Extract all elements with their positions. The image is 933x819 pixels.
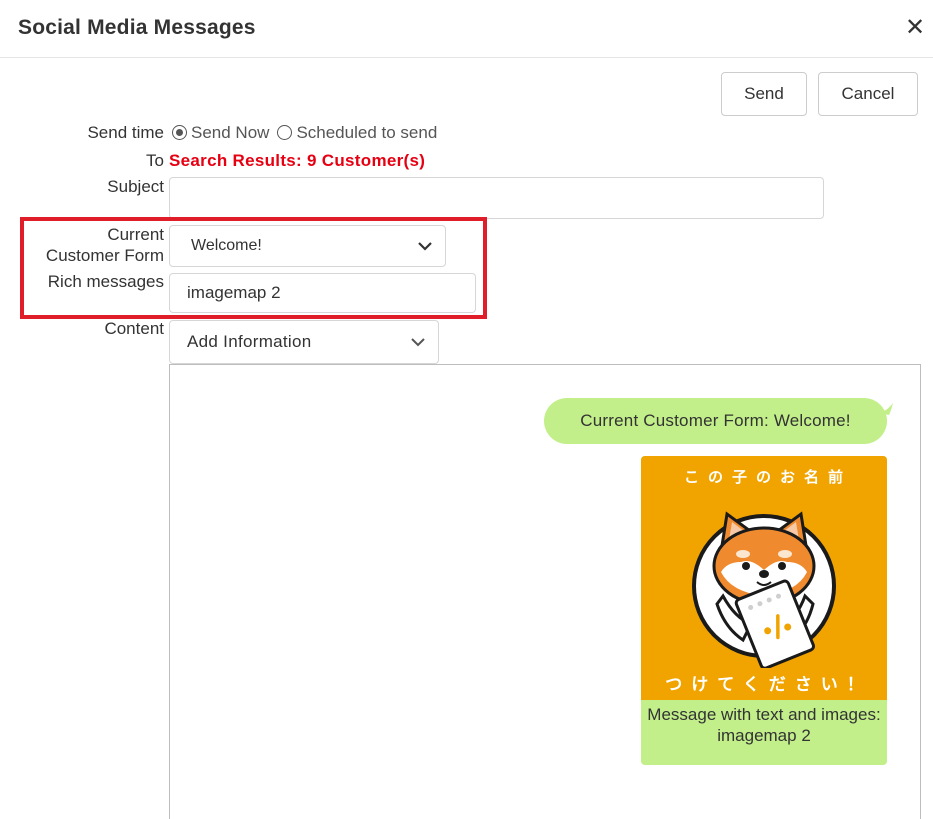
rich-messages-label: Rich messages <box>47 272 164 291</box>
shiba-dog-illustration <box>692 511 836 668</box>
cancel-button[interactable]: Cancel <box>818 72 918 116</box>
imagemap-caption: Message with text and images: imagemap 2 <box>647 705 881 745</box>
close-icon[interactable]: ✕ <box>903 14 927 42</box>
to-label: To <box>146 151 164 170</box>
send-now-radio[interactable] <box>172 125 187 140</box>
content-label: Content <box>104 319 164 338</box>
subject-label: Subject <box>107 177 164 196</box>
current-customer-form-select[interactable]: Welcome! <box>169 225 446 267</box>
rich-messages-input[interactable]: imagemap 2 <box>169 273 476 313</box>
ccf-selected-value: Welcome! <box>191 237 262 254</box>
send-button[interactable]: Send <box>721 72 807 116</box>
imagemap-card[interactable]: この子のお名前 つけてください！ Message with text and i… <box>641 456 887 765</box>
scheduled-radio[interactable] <box>277 125 293 140</box>
ccf-label-line1: Current <box>107 225 164 244</box>
send-time-label: Send time <box>87 123 164 142</box>
scheduled-label[interactable]: Scheduled to send <box>296 122 437 143</box>
current-customer-form-label: Current Customer Form <box>20 224 164 266</box>
chevron-down-icon <box>418 242 432 251</box>
chat-bubble: Current Customer Form: Welcome! <box>544 398 887 444</box>
subject-input[interactable] <box>169 177 824 219</box>
content-select[interactable]: Add Information <box>169 320 439 364</box>
chevron-down-icon <box>411 338 425 347</box>
to-recipients: Search Results: 9 Customer(s) <box>169 151 426 170</box>
image-top-text: この子のお名前 <box>683 468 852 486</box>
dialog-title: Social Media Messages <box>18 16 256 39</box>
bubble-tail <box>879 403 893 415</box>
dialog-header: Social Media Messages ✕ <box>0 0 933 58</box>
imagemap-image: この子のお名前 つけてください！ <box>641 456 887 700</box>
image-bottom-text: つけてください！ <box>665 675 873 695</box>
send-time-radio-group: Send Now Scheduled to send <box>172 122 445 143</box>
send-now-label[interactable]: Send Now <box>191 122 269 143</box>
ccf-label-line2: Customer Form <box>45 246 164 265</box>
content-selected-value: Add Information <box>187 332 312 351</box>
